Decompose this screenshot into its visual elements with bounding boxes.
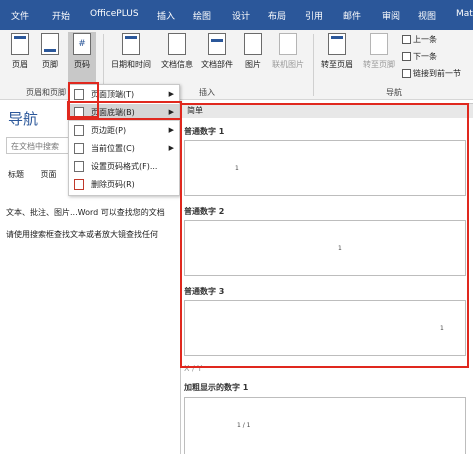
nav-tab-headings[interactable]: 标题 — [8, 170, 24, 179]
nav-pane-hint-1: 文本、批注、图片...Word 可以查找您的文档 — [6, 208, 165, 217]
nav-tab-pages[interactable]: 页面 — [41, 170, 57, 179]
footer-button[interactable]: 页脚 — [36, 33, 64, 85]
previous-button[interactable]: 上一条 — [402, 34, 437, 45]
picture-icon — [244, 33, 262, 55]
highlight-simple-gallery — [180, 103, 469, 368]
nav-pane-title: 导航 — [8, 110, 39, 128]
group-label-insert: 插入 — [199, 88, 215, 97]
format-page-numbers-icon — [74, 161, 84, 172]
date-time-button[interactable]: 日期和时间 — [108, 33, 154, 85]
menu-item-page-margins[interactable]: 页边距(P) ▶ — [69, 122, 179, 139]
document-info-icon — [168, 33, 186, 55]
tab-view[interactable]: 视图 — [418, 9, 436, 22]
tab-file[interactable]: 文件 — [11, 9, 29, 22]
goto-header-icon — [328, 33, 346, 55]
nav-pane-hint-2: 请使用搜索框查找文本或者放大镜查找任何 — [6, 230, 158, 239]
menu-bar: 文件 开始 OfficePLUS 插入 绘图 设计 布局 引用 邮件 审阅 视图… — [0, 0, 473, 30]
highlight-bottom-of-page-item — [67, 101, 182, 120]
page-number-preview: 1 / 1 — [237, 422, 251, 429]
tab-design[interactable]: 设计 — [232, 9, 250, 22]
current-position-icon — [74, 143, 84, 154]
tab-draw[interactable]: 绘图 — [193, 9, 211, 22]
page-margins-icon — [74, 125, 84, 136]
chevron-right-icon: ▶ — [168, 144, 174, 152]
doc-parts-button[interactable]: 文档部件 — [198, 33, 236, 85]
page-number-button[interactable]: # 页码 — [68, 32, 96, 85]
arrow-down-icon — [402, 52, 411, 61]
online-picture-icon — [279, 33, 297, 55]
menu-item-format-page-numbers[interactable]: 设置页码格式(F)... — [69, 158, 179, 175]
picture-button[interactable]: 图片 — [240, 33, 266, 85]
page-number-icon: # — [73, 33, 91, 55]
tab-review[interactable]: 审阅 — [382, 9, 400, 22]
group-label-navigation: 导航 — [386, 88, 402, 97]
doc-info-button[interactable]: 文档信息 — [158, 33, 196, 85]
link-previous-button[interactable]: 链接到前一节 — [402, 68, 461, 79]
menu-item-current-position[interactable]: 当前位置(C) ▶ — [69, 140, 179, 157]
gallery-item-label: 加粗显示的数字 1 — [184, 383, 249, 392]
goto-footer-icon — [370, 33, 388, 55]
document-parts-icon — [208, 33, 226, 55]
header-icon — [11, 33, 29, 55]
group-label-header-footer: 页眉和页脚 — [26, 88, 66, 97]
online-picture-button: 联机图片 — [268, 33, 308, 85]
nav-tabs: 标题 页面 — [8, 169, 71, 180]
ribbon-separator — [313, 34, 314, 96]
gallery-item-bold-number-1[interactable]: 1 / 1 — [184, 397, 466, 454]
chevron-right-icon: ▶ — [168, 126, 174, 134]
remove-page-numbers-icon — [74, 179, 84, 190]
header-button[interactable]: 页眉 — [6, 33, 34, 85]
tab-references[interactable]: 引用 — [305, 9, 323, 22]
calendar-icon — [122, 33, 140, 55]
arrow-up-icon — [402, 35, 411, 44]
link-icon — [402, 69, 411, 78]
tab-layout[interactable]: 布局 — [268, 9, 286, 22]
footer-icon — [41, 33, 59, 55]
menu-item-remove-page-numbers[interactable]: 删除页码(R) — [69, 176, 179, 193]
goto-footer-button: 转至页脚 — [360, 33, 398, 85]
goto-header-button[interactable]: 转至页眉 — [318, 33, 356, 85]
tab-officeplus[interactable]: OfficePLUS — [90, 9, 139, 19]
tab-math[interactable]: Mat — [456, 9, 473, 19]
tab-insert[interactable]: 插入 — [157, 9, 175, 22]
tab-home[interactable]: 开始 — [52, 9, 70, 22]
next-button[interactable]: 下一条 — [402, 51, 437, 62]
tab-mailings[interactable]: 邮件 — [343, 9, 361, 22]
